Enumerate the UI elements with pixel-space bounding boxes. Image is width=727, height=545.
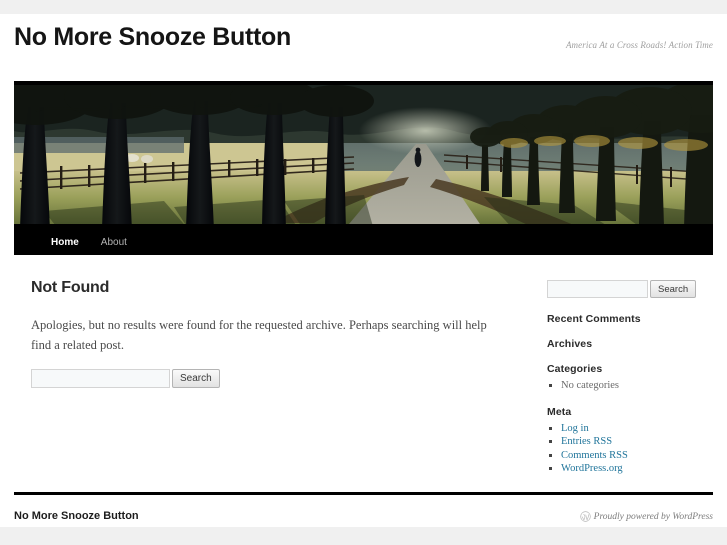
list-item[interactable]: Log in	[561, 422, 713, 436]
site-description: America At a Cross Roads! Action Time	[566, 40, 713, 50]
page-title: Not Found	[31, 279, 511, 297]
main-navigation: Home About	[14, 230, 713, 255]
nav-list: Home About	[14, 230, 713, 255]
header-banner-image	[14, 81, 713, 230]
sidebar-search-input[interactable]	[547, 280, 648, 298]
nav-link-about[interactable]: About	[90, 230, 138, 255]
widget-title-meta: Meta	[547, 406, 713, 418]
content-area: Not Found Apologies, but no results were…	[14, 255, 713, 487]
site-footer: No More Snooze Button Proudly powered by…	[14, 492, 713, 527]
widget-archives: Archives	[547, 338, 713, 350]
widget-categories: Categories No categories	[547, 363, 713, 393]
content-search-button[interactable]: Search	[172, 369, 220, 388]
sidebar-search-button[interactable]: Search	[650, 280, 696, 298]
nav-link-home[interactable]: Home	[40, 230, 90, 255]
site-title[interactable]: No More Snooze Button	[14, 22, 291, 52]
not-found-message: Apologies, but no results were found for…	[31, 315, 501, 355]
meta-link-comments-rss[interactable]: Comments RSS	[561, 450, 628, 461]
footer-credit-text: Proudly powered by WordPress	[594, 512, 713, 522]
list-item[interactable]: Comments RSS	[561, 449, 713, 463]
list-item[interactable]: Entries RSS	[561, 435, 713, 449]
list-item[interactable]: WordPress.org	[561, 462, 713, 476]
widget-title-archives: Archives	[547, 338, 713, 350]
wordpress-logo-icon	[580, 511, 591, 522]
site-header: No More Snooze Button America At a Cross…	[14, 22, 713, 72]
meta-link-entries-rss[interactable]: Entries RSS	[561, 436, 612, 447]
meta-link-wordpress-org[interactable]: WordPress.org	[561, 463, 623, 474]
primary-column: Not Found Apologies, but no results were…	[31, 279, 511, 355]
nav-item-home[interactable]: Home	[40, 230, 90, 255]
meta-list: Log in Entries RSS Comments RSS WordPres…	[547, 422, 713, 476]
content-search-form: Search	[31, 369, 220, 388]
content-search-input[interactable]	[31, 369, 170, 388]
sidebar: Search Recent Comments Archives Categori…	[547, 280, 713, 489]
footer-site-title[interactable]: No More Snooze Button	[14, 510, 139, 522]
sidebar-search-form: Search	[547, 280, 713, 298]
footer-credit[interactable]: Proudly powered by WordPress	[580, 511, 713, 522]
meta-link-log-in[interactable]: Log in	[561, 423, 589, 434]
widget-title-recent-comments: Recent Comments	[547, 313, 713, 325]
widget-title-categories: Categories	[547, 363, 713, 375]
nav-item-about[interactable]: About	[90, 230, 138, 255]
widget-recent-comments: Recent Comments	[547, 313, 713, 325]
widget-meta: Meta Log in Entries RSS Comments RSS Wor…	[547, 406, 713, 476]
list-item: No categories	[561, 379, 713, 393]
categories-list: No categories	[547, 379, 713, 393]
page-root: No More Snooze Button America At a Cross…	[0, 0, 727, 545]
